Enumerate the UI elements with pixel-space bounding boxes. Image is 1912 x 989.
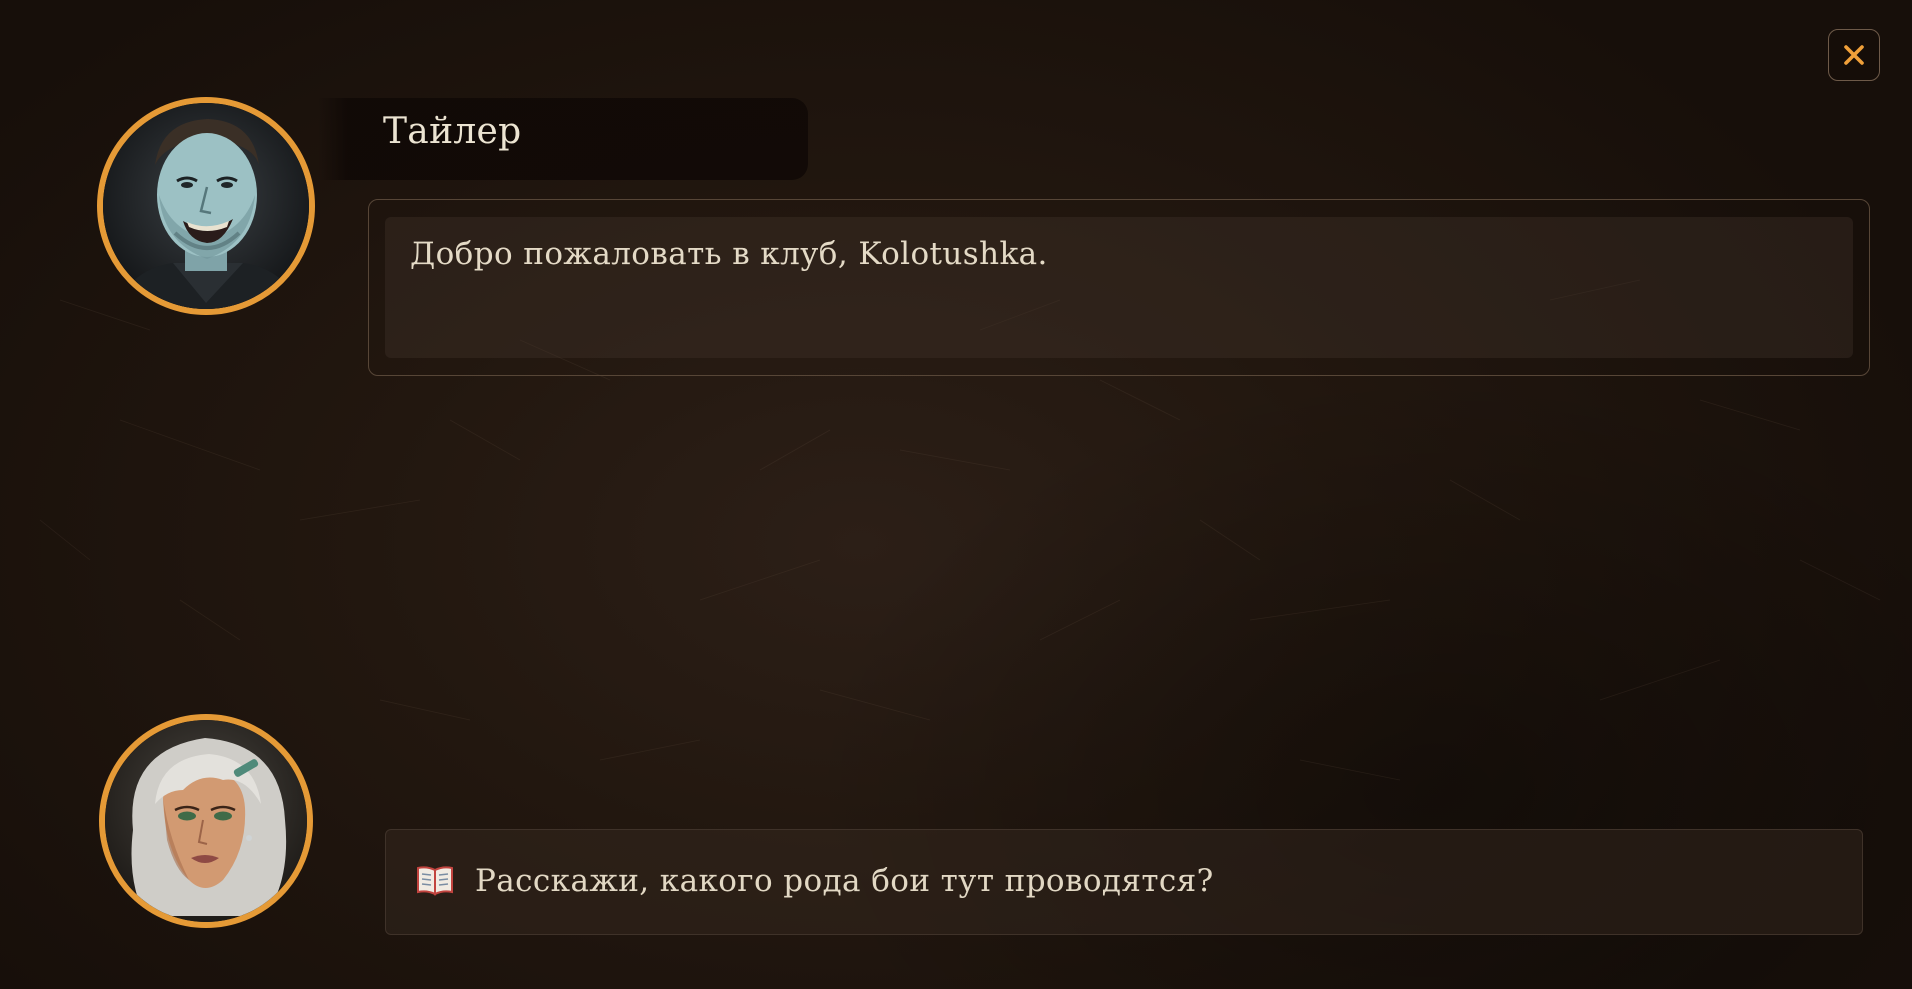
npc-portrait xyxy=(97,97,315,315)
dialogue-box xyxy=(368,199,1870,376)
tyler-portrait xyxy=(103,103,309,309)
book-icon xyxy=(417,866,453,896)
speaker-name: Тайлер xyxy=(383,111,522,152)
reply-option-label: Расскажи, какого рода бои тут проводятся… xyxy=(475,863,1214,899)
close-icon xyxy=(1844,45,1864,65)
player-portrait xyxy=(99,714,313,928)
player-portrait-image xyxy=(105,720,307,922)
dialogue-text: Добро пожаловать в клуб, Kolotushka. xyxy=(410,236,1048,272)
close-button[interactable] xyxy=(1828,29,1880,81)
